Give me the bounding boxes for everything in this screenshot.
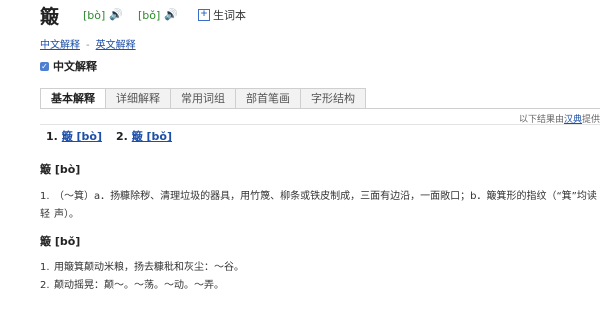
definition-line: 1. 用簸箕颠动米粮，扬去糠秕和灰尘：～谷。 bbox=[40, 262, 244, 273]
reading-link[interactable]: 簸 [bò] bbox=[62, 130, 102, 143]
breadcrumb-chinese[interactable]: 中文解释 bbox=[40, 40, 80, 51]
breadcrumb-english[interactable]: 英文解释 bbox=[96, 40, 136, 51]
tab-phrases[interactable]: 常用词组 bbox=[171, 88, 236, 109]
tab-divider bbox=[40, 108, 600, 109]
entry-title: 簸 [bò] bbox=[40, 163, 81, 176]
definition-line-continued: 声）。 bbox=[54, 209, 79, 220]
headword: 簸 bbox=[40, 6, 60, 28]
reading-link-item: 1. 簸 [bò] bbox=[46, 130, 103, 143]
tab-bar: 基本解释 详细解释 常用词组 部首笔画 字形结构 bbox=[40, 88, 366, 109]
pinyin-reading-2: [bǒ] bbox=[138, 9, 161, 22]
section-header[interactable]: ✓ 中文解释 bbox=[40, 58, 97, 74]
definition-line: 1. （～箕）a．扬糠除秽、清理垃圾的器具，用竹篾、柳条或铁皮制成，三面有边沿，一… bbox=[40, 191, 597, 220]
add-to-vocab-button[interactable]: + 生词本 bbox=[198, 7, 246, 23]
reading-link[interactable]: 簸 [bǒ] bbox=[132, 130, 172, 143]
tab-basic[interactable]: 基本解释 bbox=[40, 88, 106, 109]
reading-link-item: 2. 簸 [bǒ] bbox=[116, 130, 173, 143]
tab-radical-strokes[interactable]: 部首笔画 bbox=[236, 88, 301, 109]
collapse-icon[interactable]: ✓ bbox=[40, 61, 49, 71]
tab-detailed[interactable]: 详细解释 bbox=[106, 88, 171, 109]
definition-line: 2. 颠动摇晃：颠～。～荡。～动。～弄。 bbox=[40, 280, 224, 291]
breadcrumb: 中文解释 - 英文解释 bbox=[40, 36, 136, 51]
reading-links: 1. 簸 [bò] 2. 簸 [bǒ] bbox=[46, 128, 172, 144]
pinyin-reading-1: [bò] bbox=[83, 9, 106, 22]
divider bbox=[40, 124, 600, 125]
vocab-label: 生词本 bbox=[213, 9, 246, 22]
entry-title: 簸 [bǒ] bbox=[40, 235, 81, 248]
tab-structure[interactable]: 字形结构 bbox=[301, 88, 366, 109]
plus-icon: + bbox=[198, 9, 210, 21]
speaker-icon[interactable]: 🔊 bbox=[164, 8, 178, 21]
breadcrumb-separator: - bbox=[86, 40, 90, 51]
section-title: 中文解释 bbox=[53, 60, 97, 73]
speaker-icon[interactable]: 🔊 bbox=[109, 8, 123, 21]
